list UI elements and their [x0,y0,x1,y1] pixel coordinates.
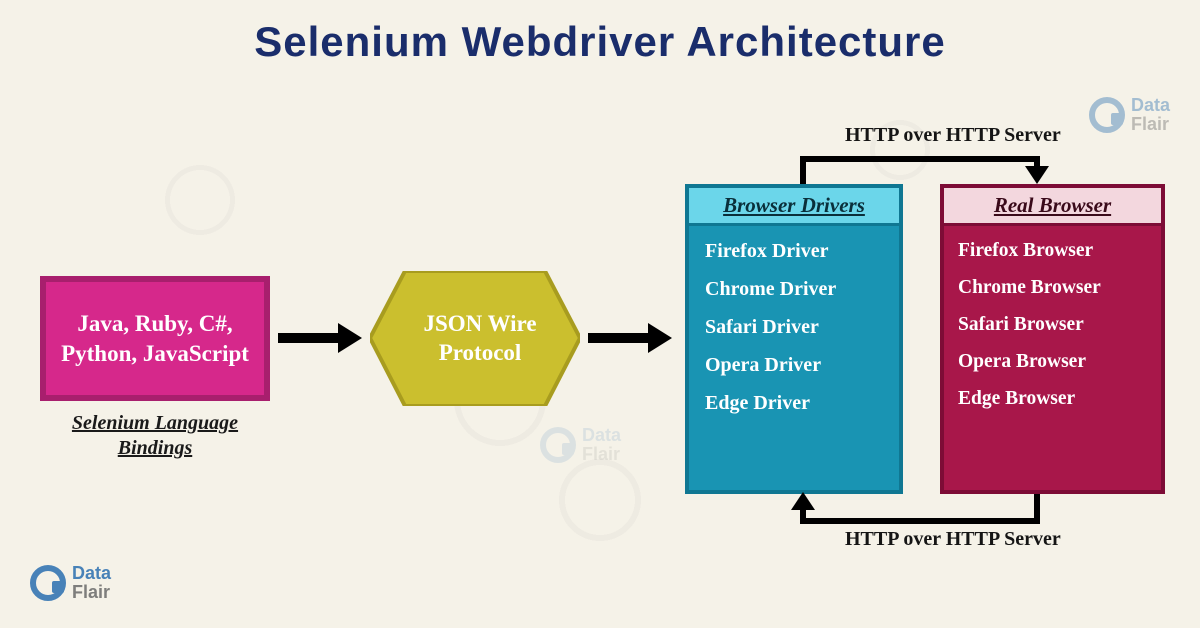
brand-logo-icon [30,565,66,601]
languages-caption: Selenium Language Bindings [60,411,250,461]
brand-logo-icon [1089,97,1125,133]
browser-item: Firefox Browser [958,240,1147,262]
brand-watermark: DataFlair [540,426,621,464]
driver-item: Edge Driver [705,392,883,415]
http-label-top: HTTP over HTTP Server [845,124,1061,147]
drivers-header: Browser Drivers [689,188,899,226]
languages-box: Java, Ruby, C#, Python, JavaScript [40,276,270,401]
drivers-box: Browser Drivers Firefox Driver Chrome Dr… [685,184,903,494]
arrow-languages-to-protocol [278,333,340,343]
brand-logo-text: DataFlair [1131,96,1170,134]
connector-top-arrow [1025,166,1049,184]
browser-item: Safari Browser [958,314,1147,336]
browsers-list: Firefox Browser Chrome Browser Safari Br… [944,226,1161,439]
brand-logo-icon [540,427,576,463]
http-label-bottom: HTTP over HTTP Server [845,528,1061,551]
connector-bottom [800,518,1040,524]
browser-item: Chrome Browser [958,277,1147,299]
protocol-text: JSON Wire Protocol [370,271,580,406]
brand-logo-text: DataFlair [72,564,111,602]
browsers-box: Real Browser Firefox Browser Chrome Brow… [940,184,1165,494]
browser-item: Opera Browser [958,351,1147,373]
connector-bottom [1034,494,1040,524]
connector-top [800,156,806,184]
diagram-canvas: Java, Ruby, C#, Python, JavaScript Selen… [0,66,1200,626]
driver-item: Firefox Driver [705,240,883,263]
browser-item: Edge Browser [958,388,1147,410]
languages-text: Java, Ruby, C#, Python, JavaScript [56,309,254,369]
browsers-header: Real Browser [944,188,1161,226]
brand-logo-text: DataFlair [582,426,621,464]
drivers-list: Firefox Driver Chrome Driver Safari Driv… [689,226,899,444]
connector-top [800,156,1040,162]
driver-item: Opera Driver [705,354,883,377]
arrow-protocol-to-drivers [588,333,650,343]
driver-item: Chrome Driver [705,278,883,301]
connector-bottom-arrow [791,492,815,510]
protocol-box: JSON Wire Protocol [370,271,580,406]
brand-logo: DataFlair [30,564,111,602]
driver-item: Safari Driver [705,316,883,339]
brand-watermark: DataFlair [1089,96,1170,134]
